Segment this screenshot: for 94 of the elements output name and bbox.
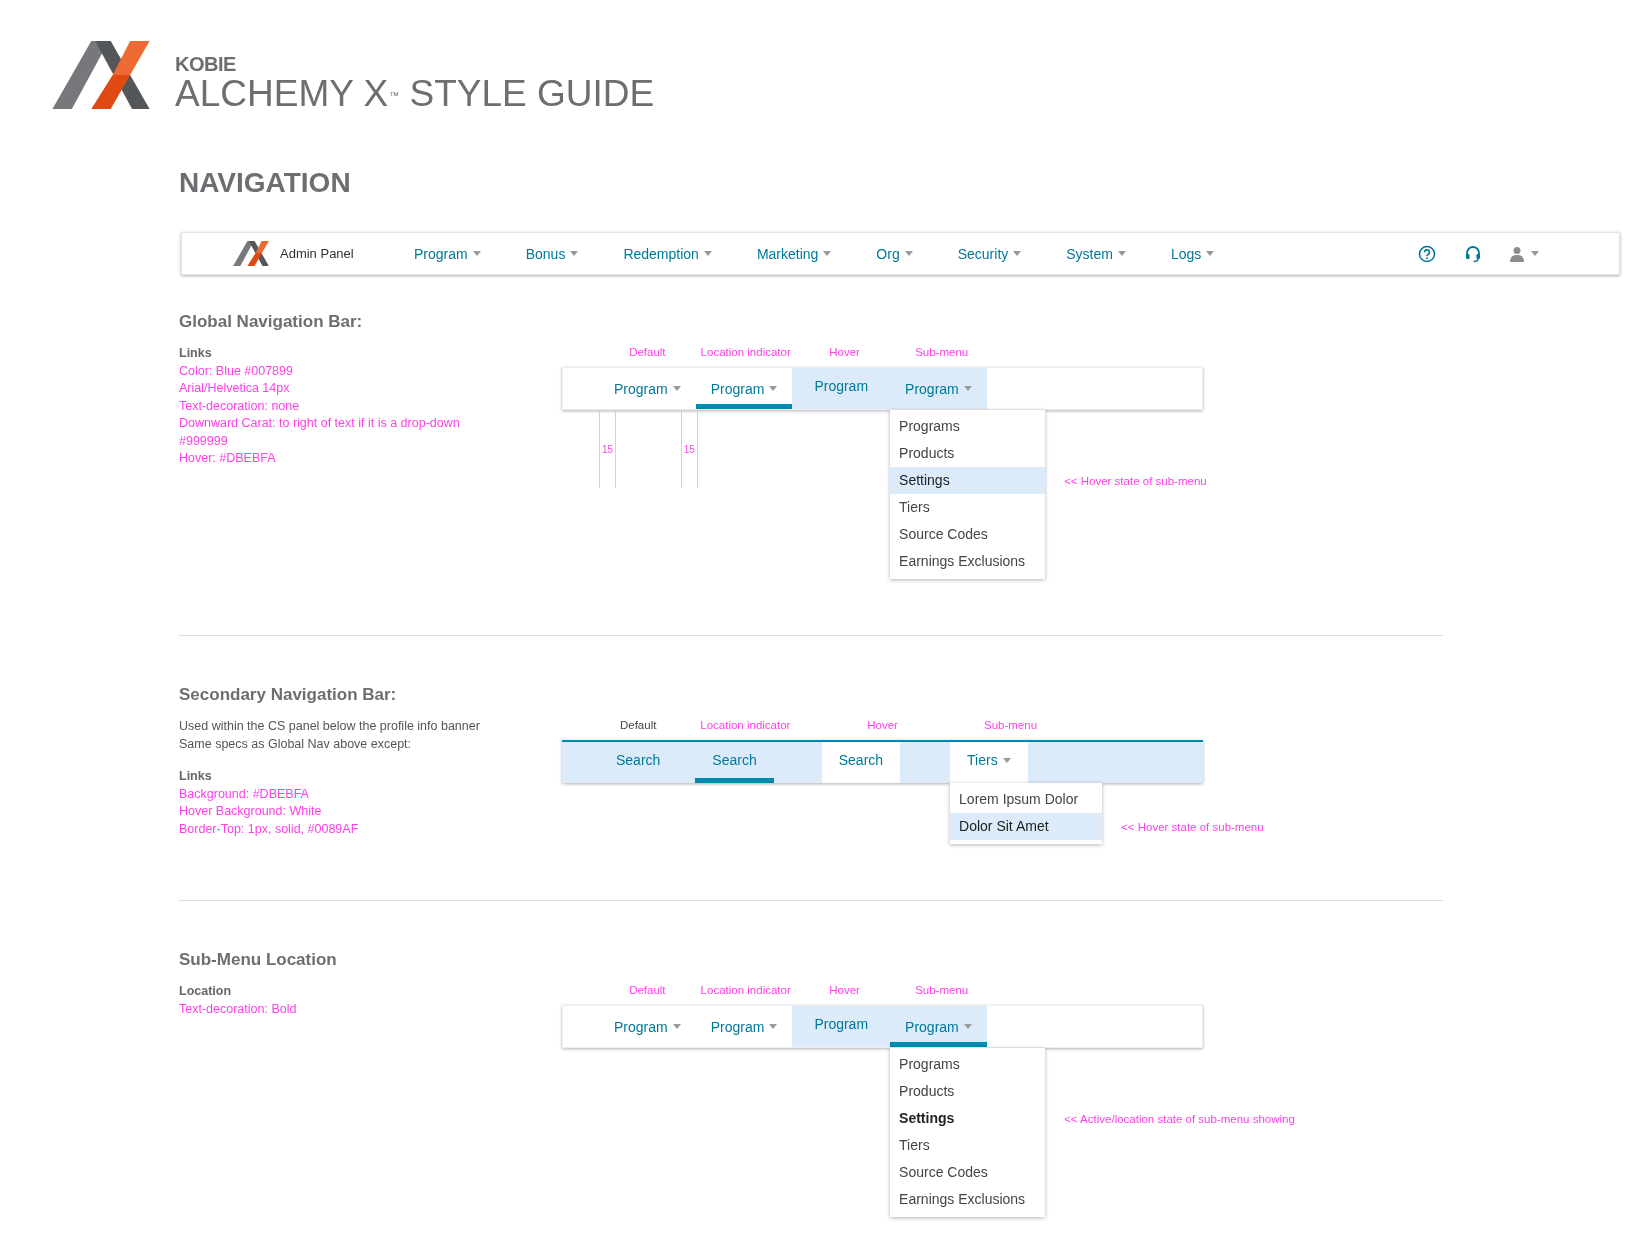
- brand-name: KOBIE: [175, 54, 237, 74]
- logo-icon: [52, 41, 150, 109]
- caret-icon: [963, 386, 972, 391]
- submenu-item[interactable]: Earnings Exclusions: [890, 548, 1046, 575]
- page-title: NAVIGATION: [179, 166, 352, 200]
- state-label: Location indicator: [699, 345, 792, 359]
- state-label: Hover: [828, 345, 861, 359]
- nav-link[interactable]: Program: [599, 1006, 696, 1047]
- nav-link[interactable]: Program: [695, 1006, 793, 1047]
- note-text: Downward Carat: to right of text if it is a drop-down: [179, 415, 461, 432]
- nav-link[interactable]: Bonus: [525, 245, 579, 262]
- state-label: Location indicator: [699, 718, 792, 732]
- logo-icon: [232, 241, 270, 266]
- user-icon: [1510, 245, 1524, 262]
- caret-icon: [1117, 251, 1126, 256]
- state-label: Default: [628, 345, 667, 359]
- caret-icon: [672, 1024, 681, 1029]
- note-text: #999999: [179, 432, 229, 450]
- spacing-measure: 15: [599, 410, 616, 488]
- nav-link[interactable]: Tiers: [950, 742, 1028, 783]
- nav-link[interactable]: Search: [599, 742, 678, 783]
- state-label: Hover: [828, 983, 861, 997]
- submenu-item[interactable]: Programs: [890, 413, 1046, 440]
- note-text: Arial/Helvetica 14px: [179, 380, 291, 397]
- state-label: Sub-menu: [914, 983, 970, 997]
- note-label: Links: [179, 345, 213, 362]
- submenu-item[interactable]: Dolor Sit Amet: [950, 813, 1103, 840]
- nav-link[interactable]: Redemption: [623, 245, 712, 262]
- nav-link[interactable]: Program: [792, 368, 891, 409]
- submenu-item[interactable]: Programs: [890, 1051, 1046, 1078]
- note-text: Color: Blue #007899: [179, 362, 294, 380]
- caret-icon: [672, 386, 681, 391]
- state-label: Default: [618, 718, 658, 732]
- user-menu-button[interactable]: [1510, 245, 1539, 262]
- note-text: Hover: #DBEBFA: [179, 450, 277, 467]
- nav-link[interactable]: Search: [821, 742, 901, 783]
- caret-icon: [1013, 251, 1022, 256]
- note-text: Same specs as Global Nav above except:: [179, 735, 413, 753]
- nav-link[interactable]: Program: [792, 1006, 891, 1047]
- caret-icon: [703, 251, 712, 256]
- note-text: Border-Top: 1px, solid, #0089AF: [179, 820, 360, 838]
- submenu-item[interactable]: Settings: [890, 467, 1046, 494]
- caret-icon: [769, 386, 778, 391]
- state-label: Sub-menu: [914, 345, 970, 359]
- note-label: Location: [179, 983, 233, 1000]
- caret-icon: [1531, 251, 1539, 256]
- spacing-measure: 15: [680, 410, 698, 488]
- nav-link[interactable]: System: [1066, 245, 1126, 262]
- caret-icon: [472, 251, 481, 256]
- annotation-note: << Hover state of sub-menu: [1121, 820, 1264, 833]
- admin-panel-label: Admin Panel: [280, 246, 354, 261]
- submenu-item[interactable]: Tiers: [890, 1132, 1046, 1159]
- nav-link[interactable]: Program: [599, 368, 696, 409]
- caret-icon: [963, 1024, 972, 1029]
- submenu-item[interactable]: Earnings Exclusions: [890, 1186, 1046, 1213]
- note-label: Links: [179, 768, 213, 785]
- nav-link[interactable]: Org: [876, 245, 913, 262]
- submenu-item[interactable]: Tiers: [890, 494, 1046, 521]
- nav-link[interactable]: Program: [414, 245, 481, 262]
- nav-link[interactable]: Marketing: [756, 245, 832, 262]
- nav-link[interactable]: Program: [890, 1006, 987, 1047]
- state-label: Location indicator: [699, 983, 792, 997]
- nav-link[interactable]: Search: [695, 742, 774, 783]
- section-heading: Sub-Menu Location: [179, 949, 338, 971]
- submenu-item[interactable]: Lorem Ipsum Dolor: [950, 786, 1103, 813]
- annotation-note: << Hover state of sub-menu: [1064, 474, 1207, 487]
- note-text: Background: #DBEBFA: [179, 785, 310, 803]
- nav-link[interactable]: Logs: [1170, 245, 1215, 262]
- submenu-item[interactable]: Source Codes: [890, 521, 1046, 548]
- headset-icon: [1464, 244, 1482, 263]
- help-icon: [1418, 244, 1436, 263]
- nav-link[interactable]: Security: [957, 245, 1022, 262]
- guide-title: ALCHEMY X$^{™}$ STYLE GUIDE: [175, 74, 655, 114]
- submenu-item[interactable]: Source Codes: [890, 1159, 1046, 1186]
- caret-icon: [570, 251, 579, 256]
- annotation-note: << Active/location state of sub-menu showing: [1064, 1112, 1295, 1125]
- section-heading: Secondary Navigation Bar:: [179, 684, 398, 706]
- note-text: Text-decoration: none: [179, 397, 301, 415]
- submenu-item[interactable]: Settings: [890, 1105, 1046, 1132]
- caret-icon: [823, 251, 832, 256]
- section-heading: Global Navigation Bar:: [179, 311, 364, 333]
- state-label: Default: [628, 983, 667, 997]
- state-label: Sub-menu: [983, 718, 1039, 732]
- caret-icon: [1002, 757, 1011, 763]
- submenu-item[interactable]: Products: [890, 440, 1046, 467]
- caret-icon: [769, 1024, 778, 1029]
- caret-icon: [1206, 251, 1215, 256]
- state-label: Hover: [866, 718, 899, 732]
- submenu-item[interactable]: Products: [890, 1078, 1046, 1105]
- note-text: Text-decoration: Bold: [179, 1000, 298, 1018]
- note-text: Hover Background: White: [179, 803, 323, 820]
- caret-icon: [904, 251, 913, 256]
- nav-link[interactable]: Program: [890, 368, 987, 409]
- note-text: Used within the CS panel below the profile info banner: [179, 718, 481, 735]
